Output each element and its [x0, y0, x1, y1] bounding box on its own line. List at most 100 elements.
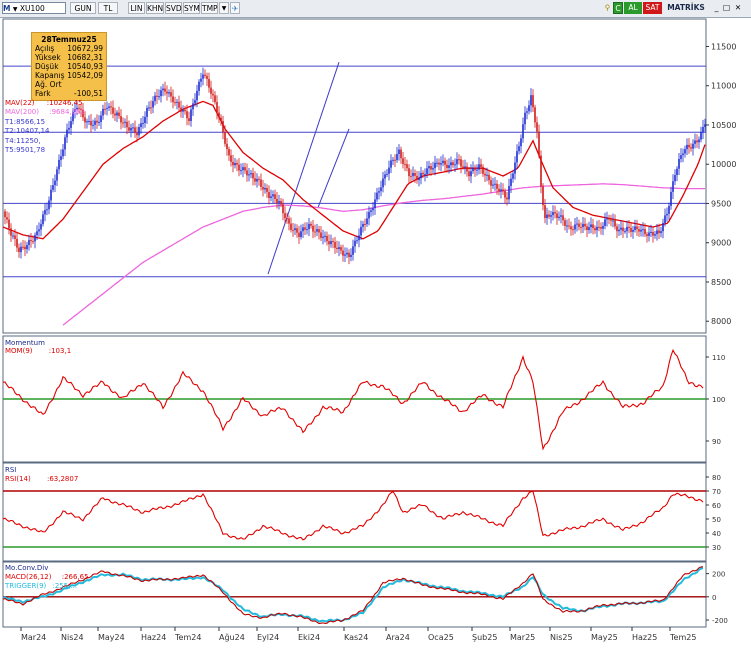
x-tick-label: Nis24: [61, 633, 84, 642]
candle-body: [202, 74, 204, 79]
candle-body: [504, 191, 506, 198]
y-tick-label: 200: [712, 571, 725, 579]
candle-body: [396, 154, 398, 160]
candle-body: [646, 234, 648, 236]
candle-body: [180, 107, 182, 112]
svd-button[interactable]: SVD: [165, 2, 182, 14]
infobox-value: 10540,93: [67, 62, 103, 71]
minimize-icon[interactable]: _: [712, 2, 721, 14]
candle-body: [128, 127, 130, 131]
c-button[interactable]: C: [613, 2, 623, 14]
x-tick-label: Ara24: [386, 633, 410, 642]
currency-button[interactable]: TL: [98, 2, 118, 14]
candle-body: [172, 96, 174, 103]
candle-body: [104, 108, 106, 110]
candle-body: [490, 180, 492, 186]
candle-body: [240, 170, 242, 172]
candle-body: [4, 211, 6, 218]
chart-toolbar: M ▼ XU100 GUN TL LIN KHN SVD SYM TMP ▼ ✈…: [0, 0, 751, 18]
tmp-button[interactable]: TMP: [201, 2, 218, 14]
period-button[interactable]: GUN: [70, 2, 96, 14]
candle-body: [340, 247, 342, 251]
candle-body: [380, 187, 382, 192]
candle-body: [370, 210, 372, 212]
infobox-value: 10682,31: [67, 53, 103, 62]
infobox-label: Kapanış: [35, 71, 65, 80]
maximize-icon[interactable]: □: [722, 2, 731, 14]
candle-body: [400, 149, 402, 159]
sym-button[interactable]: SYM: [183, 2, 200, 14]
close-icon[interactable]: ✕: [733, 2, 743, 14]
candle-body: [508, 185, 510, 200]
candle-body: [112, 107, 114, 114]
x-tick-label: Şub25: [472, 633, 497, 642]
candle-body: [178, 101, 180, 108]
candle-body: [58, 159, 60, 170]
candle-body: [360, 226, 362, 236]
candle-body: [48, 200, 50, 210]
candle-button[interactable]: KHN: [146, 2, 164, 14]
candle-body: [464, 166, 466, 168]
candle-body: [644, 229, 646, 235]
y-tick-label: 9500: [711, 199, 731, 208]
candle-body: [164, 88, 166, 92]
symbol-selector[interactable]: M ▼ XU100: [2, 2, 66, 14]
candle-body: [446, 164, 448, 168]
candle-body: [546, 214, 548, 219]
x-tick-label: May24: [98, 633, 125, 642]
candle-body: [284, 213, 286, 219]
candle-body: [436, 162, 438, 164]
candle-body: [288, 218, 290, 224]
candle-body: [90, 121, 92, 126]
candle-body: [222, 121, 224, 133]
candle-body: [194, 100, 196, 104]
candle-body: [42, 214, 44, 225]
candle-body: [698, 139, 700, 143]
infobox-label: Açılış: [35, 44, 55, 53]
candle-body: [196, 90, 198, 101]
candle-body: [138, 127, 140, 136]
toolbar-dropdown-icon[interactable]: ▼: [219, 2, 229, 14]
pin-icon[interactable]: ⚲: [603, 2, 612, 14]
candle-body: [264, 187, 266, 190]
linear-button[interactable]: LIN: [128, 2, 145, 14]
candle-body: [402, 158, 404, 164]
candle-body: [238, 164, 240, 171]
candle-body: [692, 143, 694, 149]
candle-body: [208, 78, 210, 88]
candle-body: [108, 106, 110, 108]
y-tick-label: 60: [712, 502, 721, 510]
candle-body: [66, 129, 68, 138]
candle-body: [118, 112, 120, 117]
candle-body: [498, 188, 500, 192]
x-tick-label: Oca25: [428, 633, 454, 642]
candle-body: [426, 168, 428, 175]
candle-body: [668, 205, 670, 214]
trigger-legend: TRIGGER(9) :255,...: [5, 582, 77, 590]
candle-body: [368, 211, 370, 219]
candle-body: [474, 167, 476, 171]
sat-button[interactable]: SAT: [643, 2, 662, 14]
al-button[interactable]: AL: [624, 2, 642, 14]
candle-body: [604, 219, 606, 226]
candle-body: [538, 131, 540, 156]
candle-body: [252, 173, 254, 179]
candle-body: [578, 223, 580, 227]
candle-body: [232, 161, 234, 166]
candle-body: [64, 137, 66, 150]
share-icon[interactable]: ✈: [230, 2, 240, 14]
candle-body: [642, 229, 644, 231]
candle-body: [598, 226, 600, 228]
candle-body: [170, 92, 172, 97]
candle-body: [88, 121, 90, 123]
candle-body: [350, 254, 352, 258]
candle-body: [102, 108, 104, 116]
candle-body: [536, 122, 538, 132]
y-tick-label: 10500: [711, 121, 736, 130]
candle-body: [634, 226, 636, 231]
candle-body: [70, 121, 72, 128]
momentum-value: :103,1: [48, 347, 72, 355]
candle-body: [338, 247, 340, 250]
infobox-value: 10672,99: [67, 44, 103, 53]
chart-area[interactable]: 11500 11000 10500 10000 9500 9000 8500 8000 Mar2…: [0, 17, 751, 653]
